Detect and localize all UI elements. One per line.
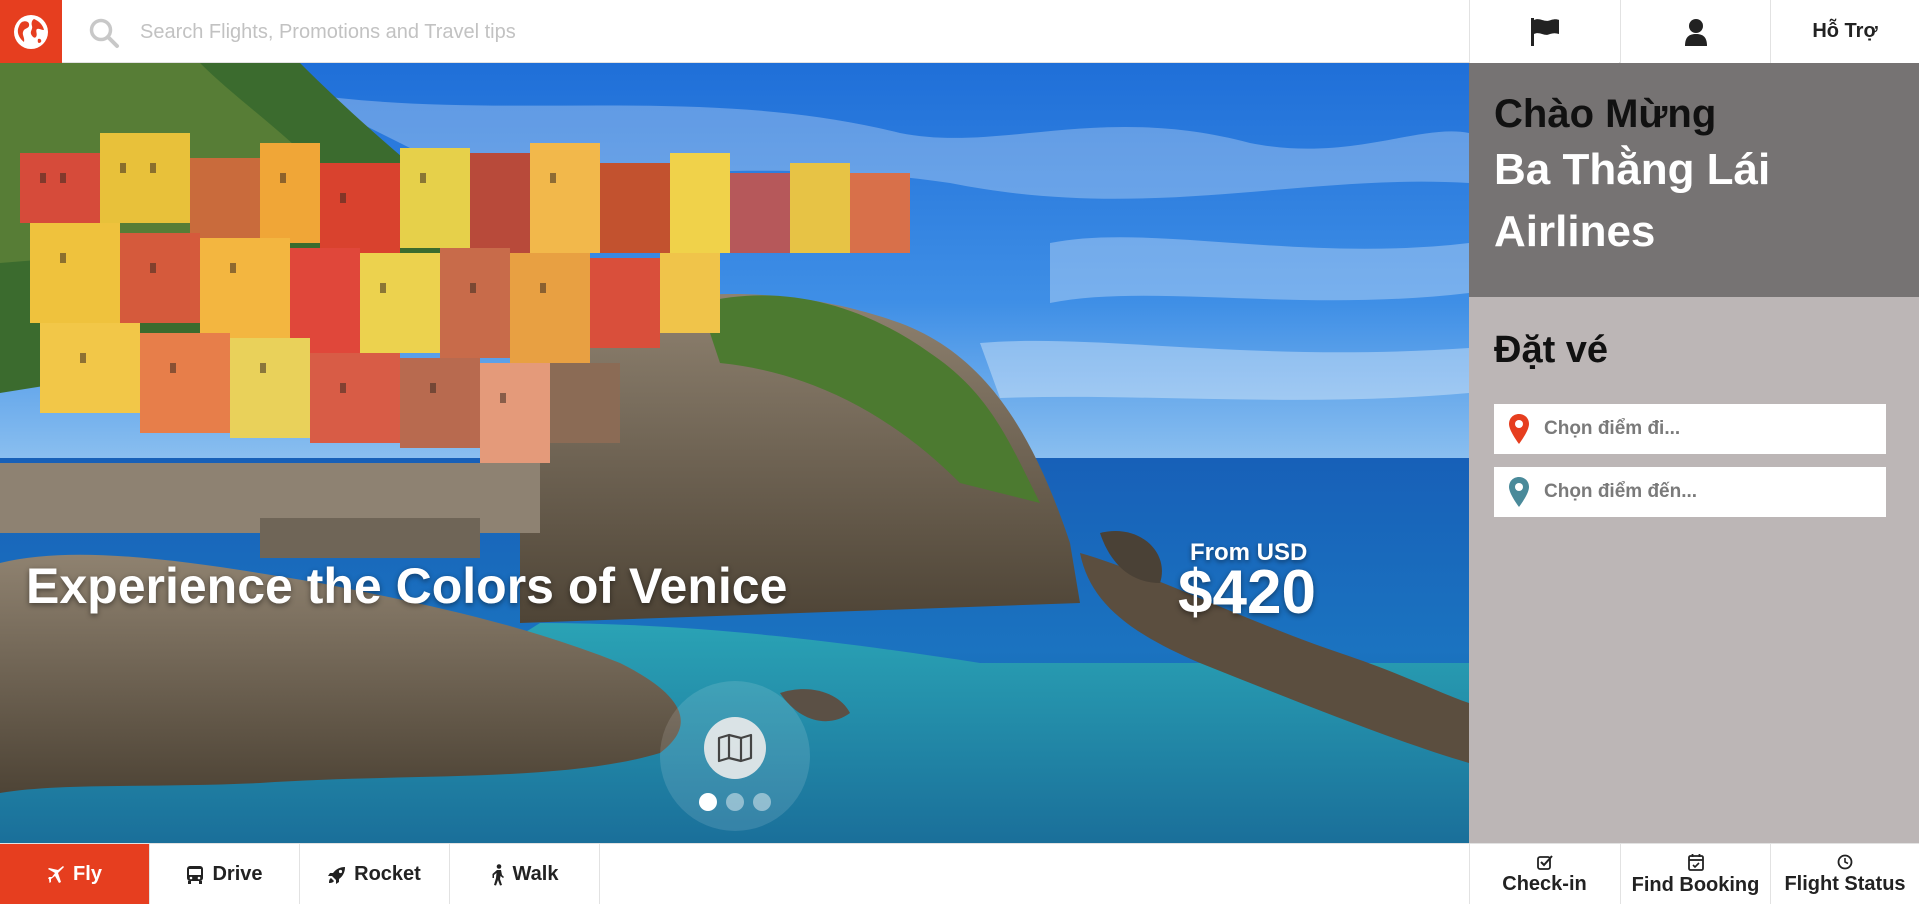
flight-status-button[interactable]: Flight Status (1770, 844, 1919, 904)
tab-rocket[interactable]: Rocket (300, 844, 450, 904)
hero-headline: Experience the Colors of Venice (26, 558, 788, 614)
carousel-dot-1[interactable] (699, 793, 717, 811)
search-icon[interactable] (88, 17, 120, 49)
tab-label: Drive (212, 863, 263, 885)
price-value: $420 (1178, 558, 1316, 627)
plane-icon (48, 865, 65, 883)
booking-panel: Đặt vé (1469, 297, 1919, 843)
departure-input[interactable] (1544, 409, 1874, 449)
departure-field[interactable] (1494, 404, 1886, 454)
location-pin-icon (1494, 467, 1544, 517)
search-input[interactable] (140, 14, 1440, 50)
carousel-dot-3[interactable] (753, 793, 771, 811)
tab-label: Walk (512, 863, 559, 885)
help-button[interactable]: Hỗ Trợ (1770, 0, 1919, 63)
user-icon (1684, 18, 1707, 46)
calendar-check-icon (1687, 853, 1704, 871)
action-label: Check-in (1502, 872, 1587, 895)
checkbox-icon (1536, 854, 1553, 870)
airline-name-line1: Ba Thằng Lái (1494, 145, 1771, 194)
find-booking-button[interactable]: Find Booking (1620, 844, 1770, 904)
tab-walk[interactable]: Walk (450, 844, 600, 904)
flag-icon (1530, 17, 1559, 46)
tab-fly[interactable]: Fly (0, 844, 150, 904)
walk-icon (492, 863, 504, 885)
carousel-dot-2[interactable] (726, 793, 744, 811)
destination-input[interactable] (1544, 472, 1874, 512)
clock-icon (1837, 854, 1853, 869)
top-navigation-bar: Hỗ Trợ (0, 0, 1919, 63)
welcome-greeting: Chào Mừng (1494, 92, 1717, 136)
booking-title: Đặt vé (1494, 329, 1609, 371)
rocket-icon (328, 866, 346, 884)
tab-drive[interactable]: Drive (150, 844, 300, 904)
user-account-button[interactable] (1620, 0, 1770, 63)
hero-carousel: Experience the Colors of Venice From USD… (0, 63, 1469, 843)
airline-name-line2: Airlines (1494, 207, 1656, 256)
globe-icon (14, 14, 48, 49)
bus-icon (187, 865, 204, 884)
check-in-button[interactable]: Check-in (1469, 844, 1619, 904)
bottom-navigation-bar: Fly Drive Rocket Walk Check-in Find Book… (0, 843, 1919, 904)
globe-logo[interactable] (0, 0, 62, 63)
tab-label: Fly (73, 863, 102, 885)
action-label: Flight Status (1784, 872, 1906, 895)
action-label: Find Booking (1631, 873, 1760, 896)
welcome-panel: Chào Mừng Ba Thằng Lái Airlines (1469, 63, 1919, 297)
map-button[interactable] (704, 717, 766, 779)
destination-field[interactable] (1494, 467, 1886, 517)
tab-label: Rocket (354, 863, 421, 885)
language-flag-button[interactable] (1469, 0, 1619, 63)
location-pin-icon (1494, 404, 1544, 454)
map-icon (717, 733, 753, 763)
